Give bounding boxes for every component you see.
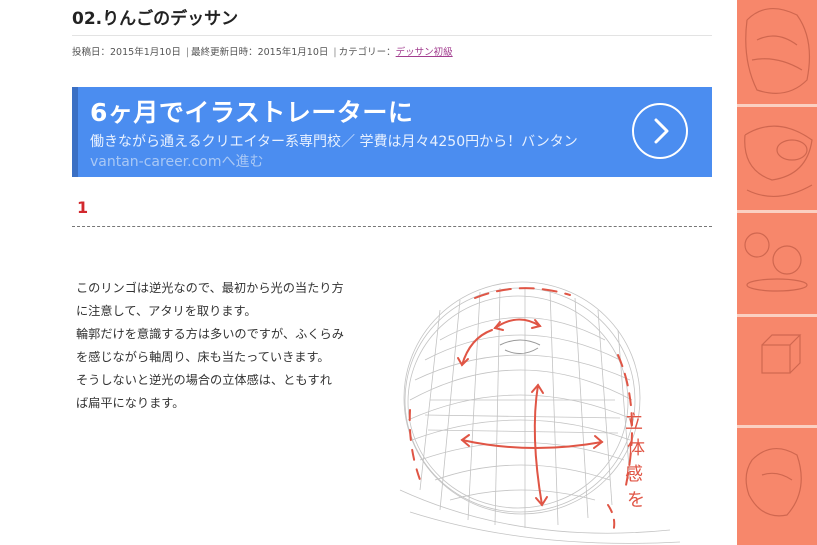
section-divider — [72, 226, 712, 227]
sidebar-thumbnails — [737, 8, 817, 517]
sketch-annotation: 立体感を — [625, 412, 645, 511]
post-meta: 投稿日：2015年1月10日 | 最終更新日時：2015年1月10日 | カテゴリー… — [72, 44, 453, 58]
meta-separator: | — [185, 47, 190, 58]
sidebar-image-strip — [737, 0, 817, 545]
body-paragraph: 輪郭だけを意識する方は多いのですが、ふくらみを感じながら軸周り、床も当たっていき… — [76, 327, 344, 364]
ad-banner[interactable]: 6ヶ月でイラストレーターに 働きながら通えるクリエイター系専門校／ 学費は月々4… — [72, 87, 712, 177]
ad-url[interactable]: vantan-career.com — [90, 154, 222, 170]
ad-next-button[interactable] — [632, 103, 688, 159]
posted-date: 2015年1月10日 — [110, 47, 181, 58]
updated-label: 最終更新日時： — [191, 47, 258, 58]
ad-body-text[interactable]: 働きながら通えるクリエイター系専門校／ 学費は月々4250円から！バンタン — [90, 131, 578, 151]
updated-date: 2015年1月10日 — [257, 47, 329, 58]
posted-label: 投稿日： — [72, 47, 111, 58]
article-body: このリンゴは逆光なので、最初から光の当たり方に注意して、アタリを取ります。 輪郭… — [76, 277, 344, 415]
ad-headline[interactable]: 6ヶ月でイラストレーターに — [90, 93, 413, 129]
category-label: カテゴリー： — [338, 47, 396, 58]
section-number: 1 — [77, 198, 89, 217]
title-divider — [72, 35, 712, 36]
page-title: 02.りんごのデッサン — [72, 9, 239, 29]
body-paragraph: このリンゴは逆光なので、最初から光の当たり方に注意して、アタリを取ります。 — [76, 281, 344, 318]
chevron-right-icon — [654, 118, 669, 144]
body-paragraph: そうしないと逆光の場合の立体感は、ともすれば扁平になります。 — [76, 373, 332, 410]
ad-link[interactable]: vantan-career.comへ進む — [90, 151, 264, 171]
svg-text:立体感を: 立体感を — [625, 412, 645, 511]
category-link[interactable]: デッサン初級 — [396, 47, 453, 58]
apple-sketch-image: 立体感を — [399, 281, 681, 544]
meta-separator: | — [333, 47, 337, 58]
ad-url-suffix[interactable]: へ進む — [222, 154, 264, 170]
